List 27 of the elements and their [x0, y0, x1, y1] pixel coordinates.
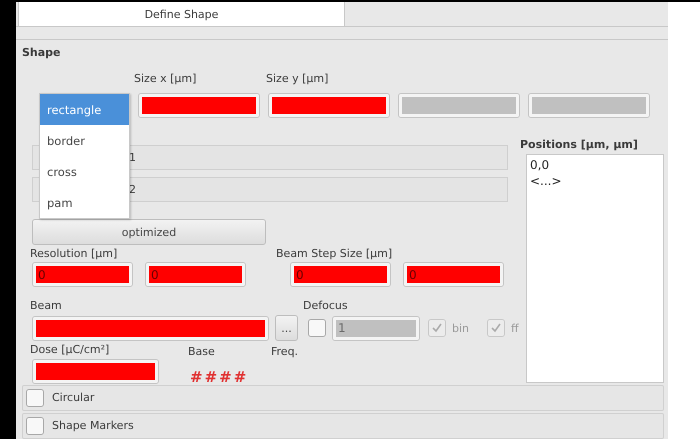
- tab[interactable]: Define Shape: [18, 2, 345, 26]
- list-item[interactable]: <...>: [530, 173, 660, 189]
- section-header[interactable]: Circular: [22, 385, 664, 411]
- field-label: Freq.: [271, 345, 298, 359]
- section-header[interactable]: Shape Markers: [22, 413, 664, 439]
- checkbox-label: ff: [511, 322, 519, 334]
- dropdown-option[interactable]: border: [40, 125, 129, 156]
- field-label: Beam Step Size [µm]: [276, 247, 392, 261]
- section-label: Circular: [52, 391, 94, 405]
- list-item[interactable]: 0,0: [530, 157, 660, 173]
- list-label: Positions [µm, µm]: [520, 138, 639, 152]
- defocus-field: 1: [332, 316, 420, 340]
- field-label: Size x [µm]: [134, 72, 198, 86]
- checkbox-label: bin: [452, 322, 470, 334]
- field-label: Base: [188, 345, 216, 359]
- dropdown-option[interactable]: cross: [40, 156, 129, 187]
- dropdown-option[interactable]: pam: [40, 187, 129, 218]
- base-value: ####: [190, 368, 248, 386]
- group-title: Shape: [22, 46, 62, 60]
- field-label: Size y [µm]: [266, 72, 328, 86]
- mode-button[interactable]: optimized: [32, 219, 266, 245]
- section-label: Shape Markers: [52, 419, 134, 433]
- field-label: Resolution [µm]: [30, 247, 118, 261]
- field-label: Dose [µC/cm²]: [30, 343, 110, 357]
- browse-button[interactable]: ...: [275, 315, 298, 341]
- field-label: Defocus: [303, 299, 348, 313]
- field-label: Beam: [30, 299, 63, 313]
